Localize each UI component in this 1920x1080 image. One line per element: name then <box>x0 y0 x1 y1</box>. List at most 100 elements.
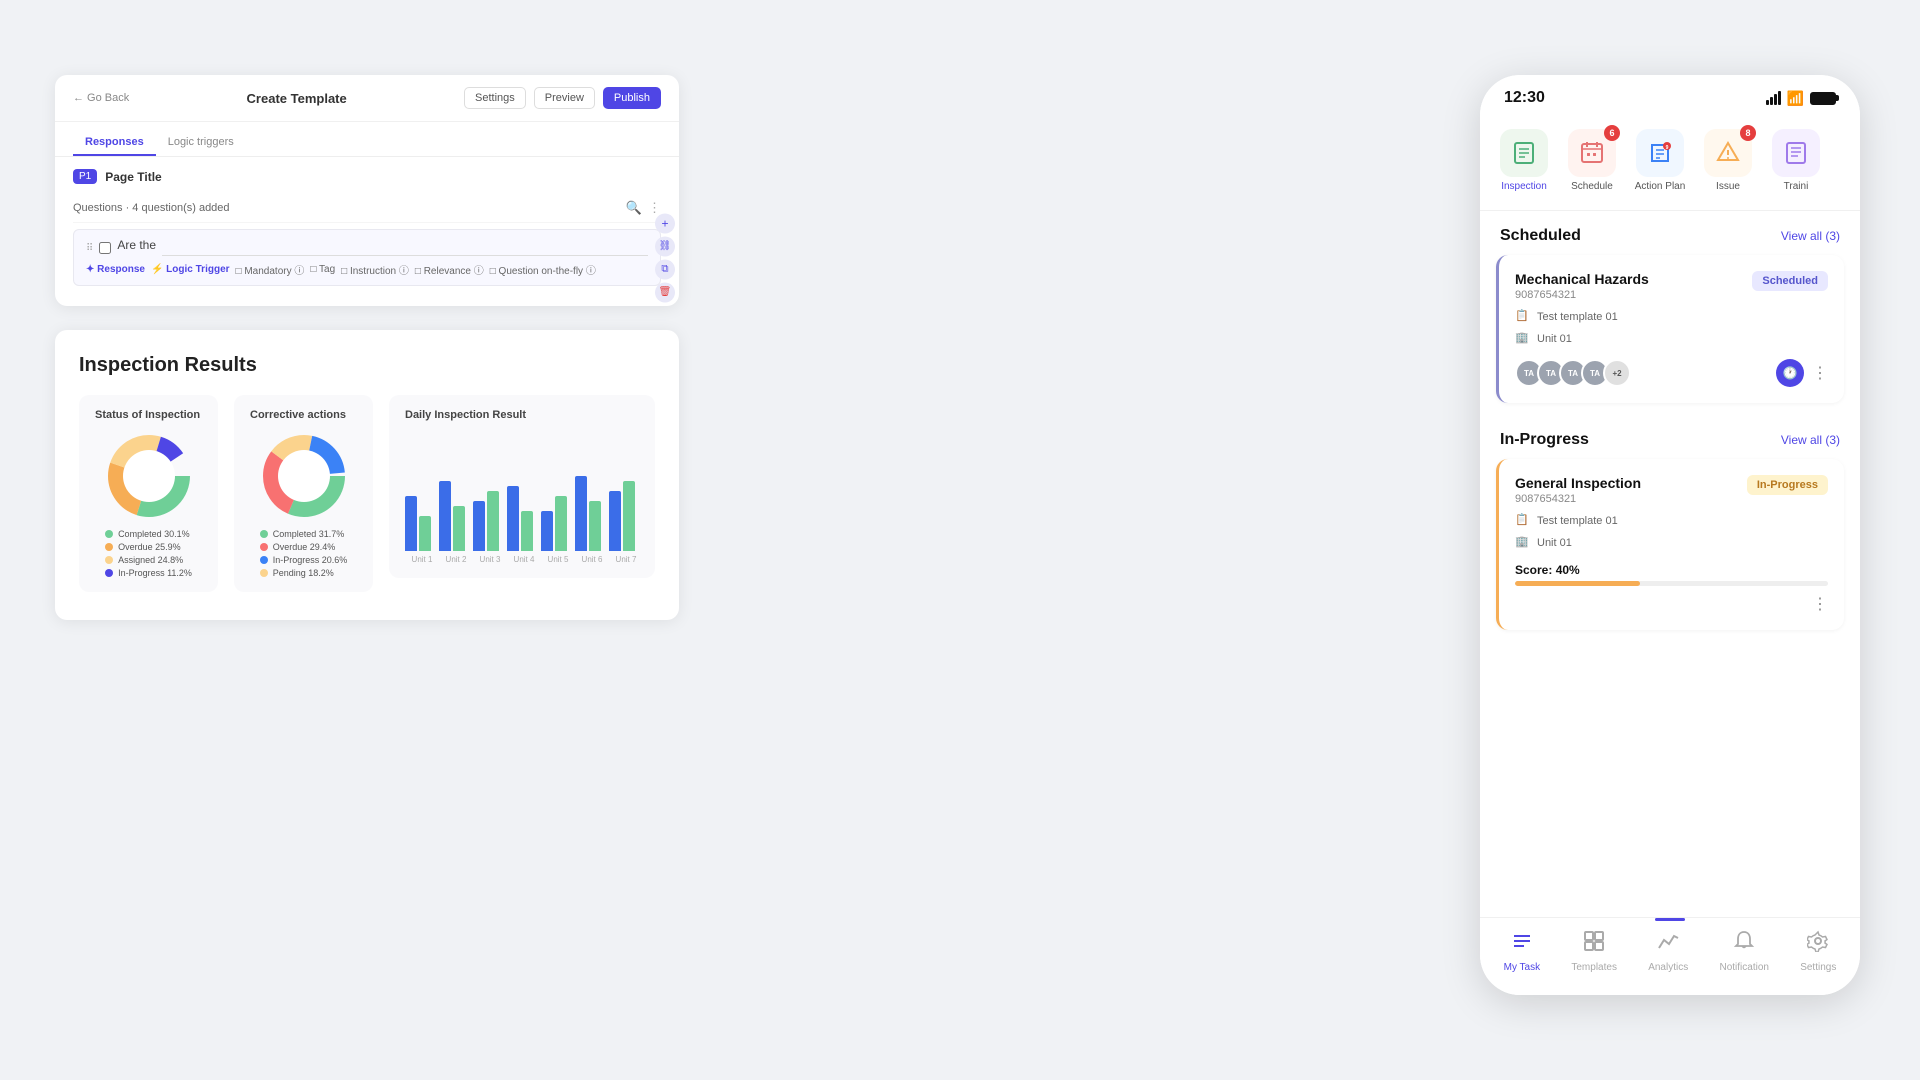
tab-logic[interactable]: Logic triggers <box>156 130 246 156</box>
inprogress-title: In-Progress <box>1500 431 1589 449</box>
inprogress-more-btn[interactable]: ⋮ <box>1812 594 1828 614</box>
left-panels: ← Go Back Create Template Settings Previ… <box>55 75 679 620</box>
inprogress-section-header: In-Progress View all (3) <box>1480 415 1860 459</box>
score-value: 40% <box>1556 563 1580 577</box>
signal-bar-1 <box>1766 100 1769 105</box>
score-bar-fill <box>1515 581 1640 586</box>
scheduled-template: Test template 01 <box>1537 311 1618 323</box>
add-icon[interactable]: + <box>655 213 675 233</box>
question-tags: ✦ Response ⚡ Logic Trigger □ Mandatory ⓘ… <box>86 262 648 277</box>
nav-training[interactable]: Traini <box>1764 123 1828 198</box>
bar-blue-7 <box>609 491 621 551</box>
link-icon[interactable]: ⛓ <box>655 236 675 256</box>
bar-green-7 <box>623 481 635 551</box>
preview-button[interactable]: Preview <box>534 87 595 109</box>
more-options-btn[interactable]: ⋮ <box>1812 363 1828 383</box>
duplicate-icon[interactable]: ⧉ <box>655 259 675 279</box>
back-link[interactable]: ← Go Back <box>73 92 129 104</box>
bottom-nav-analytics[interactable]: Analytics <box>1638 924 1698 979</box>
question-input[interactable] <box>162 241 648 256</box>
action-plan-icon-box: 9 <box>1636 129 1684 177</box>
corrective-donut-wrapper: Completed 31.7% Overdue 29.4% In-Progres… <box>250 431 357 578</box>
settings-button[interactable]: Settings <box>464 87 526 109</box>
templates-label: Templates <box>1571 962 1617 973</box>
status-legend: Completed 30.1% Overdue 25.9% Assigned 2… <box>105 529 192 578</box>
bottom-nav-notification[interactable]: Notification <box>1709 924 1778 979</box>
tag-logic[interactable]: ⚡ Logic Trigger <box>151 262 230 277</box>
signal-bar-3 <box>1774 94 1777 105</box>
nav-inspection[interactable]: Inspection <box>1492 123 1556 198</box>
drag-handle-icon: ⠿ <box>86 243 93 254</box>
bar-blue-4 <box>507 486 519 551</box>
inprogress-view-all[interactable]: View all (3) <box>1781 433 1840 447</box>
tag-mandatory: □ Mandatory ⓘ <box>236 262 305 277</box>
bar-group-6 <box>575 476 601 551</box>
scheduled-view-all[interactable]: View all (3) <box>1781 229 1840 243</box>
ct-body: P1 Page Title Questions · 4 question(s) … <box>55 157 679 306</box>
search-icon[interactable]: 🔍 <box>626 200 642 216</box>
status-donut-wrapper: Completed 30.1% Overdue 25.9% Assigned 2… <box>95 431 202 578</box>
issue-badge: 8 <box>1740 125 1756 141</box>
bar-blue-2 <box>439 481 451 551</box>
page-badge: P1 <box>73 169 97 184</box>
corrective-donut-section: Corrective actions Completed 31.7% Overd… <box>234 395 373 592</box>
inspection-results-panel: Inspection Results Status of Inspection <box>55 330 679 620</box>
scheduled-title: Scheduled <box>1500 227 1581 245</box>
schedule-icon <box>1579 140 1605 166</box>
score-bar-bg <box>1515 581 1828 586</box>
nav-issue[interactable]: 8 Issue <box>1696 123 1760 198</box>
corrective-legend: Completed 31.7% Overdue 29.4% In-Progres… <box>260 529 348 578</box>
x-label-1: Unit 1 <box>409 555 435 564</box>
ct-header: ← Go Back Create Template Settings Previ… <box>55 75 679 122</box>
legend-corr-inprogress: In-Progress 20.6% <box>273 555 348 565</box>
bar-group-1 <box>405 496 431 551</box>
bar-group-7 <box>609 481 635 551</box>
x-label-5: Unit 5 <box>545 555 571 564</box>
scheduled-template-row: 📋 Test template 01 <box>1515 309 1828 325</box>
bar-green-5 <box>555 496 567 551</box>
inspection-icon-wrapper <box>1500 129 1548 177</box>
nav-training-label: Traini <box>1784 181 1809 192</box>
nav-schedule-label: Schedule <box>1571 181 1613 192</box>
corrective-donut-title: Corrective actions <box>250 409 357 421</box>
bottom-nav-mytask[interactable]: My Task <box>1494 924 1551 979</box>
legend-completed: Completed 30.1% <box>118 529 190 539</box>
score-label: Score: 40% <box>1515 563 1828 577</box>
inprogress-card-meta: 📋 Test template 01 🏢 Unit 01 <box>1515 513 1828 551</box>
scheduled-card-id: 9087654321 <box>1515 289 1649 301</box>
nav-schedule[interactable]: 6 Schedule <box>1560 123 1624 198</box>
inprogress-unit-row: 🏢 Unit 01 <box>1515 535 1828 551</box>
nav-action-plan[interactable]: 9 Action Plan <box>1628 123 1692 198</box>
inprogress-unit: Unit 01 <box>1537 537 1572 549</box>
create-template-panel: ← Go Back Create Template Settings Previ… <box>55 75 679 306</box>
training-icon-box <box>1772 129 1820 177</box>
bottom-nav-settings[interactable]: Settings <box>1790 924 1846 979</box>
settings-label: Settings <box>1800 962 1836 973</box>
page-title-label: Page Title <box>105 170 161 184</box>
x-label-6: Unit 6 <box>579 555 605 564</box>
bar-blue-6 <box>575 476 587 551</box>
app-nav-icons: Inspection 6 Schedule <box>1480 115 1860 211</box>
tab-responses[interactable]: Responses <box>73 130 156 156</box>
publish-button[interactable]: Publish <box>603 87 661 109</box>
inprogress-template: Test template 01 <box>1537 515 1618 527</box>
tag-tag: □ Tag <box>310 262 335 277</box>
ct-title: Create Template <box>247 91 347 106</box>
bottom-nav-templates[interactable]: Templates <box>1561 924 1627 979</box>
status-donut-chart <box>104 431 194 521</box>
inprogress-card: General Inspection 9087654321 In-Progres… <box>1496 459 1844 630</box>
question-item-wrapper: ⠿ Are the ✦ Response ⚡ Logic Trigger □ M… <box>73 229 661 286</box>
inprogress-unit-icon: 🏢 <box>1515 535 1531 551</box>
tag-relevance: □ Relevance ⓘ <box>415 262 484 277</box>
mytask-label: My Task <box>1504 962 1541 973</box>
mobile-app: 12:30 📶 <box>1480 75 1860 995</box>
bar-group-5 <box>541 496 567 551</box>
legend-corr-pending: Pending 18.2% <box>273 568 334 578</box>
signal-bars-icon <box>1766 91 1781 105</box>
delete-icon[interactable]: 🗑 <box>655 282 675 302</box>
question-checkbox[interactable] <box>99 242 111 254</box>
scheduled-card-top: Mechanical Hazards 9087654321 Scheduled <box>1515 271 1828 301</box>
bar-chart-title: Daily Inspection Result <box>405 409 639 421</box>
tag-response[interactable]: ✦ Response <box>86 262 145 277</box>
bar-green-4 <box>521 511 533 551</box>
